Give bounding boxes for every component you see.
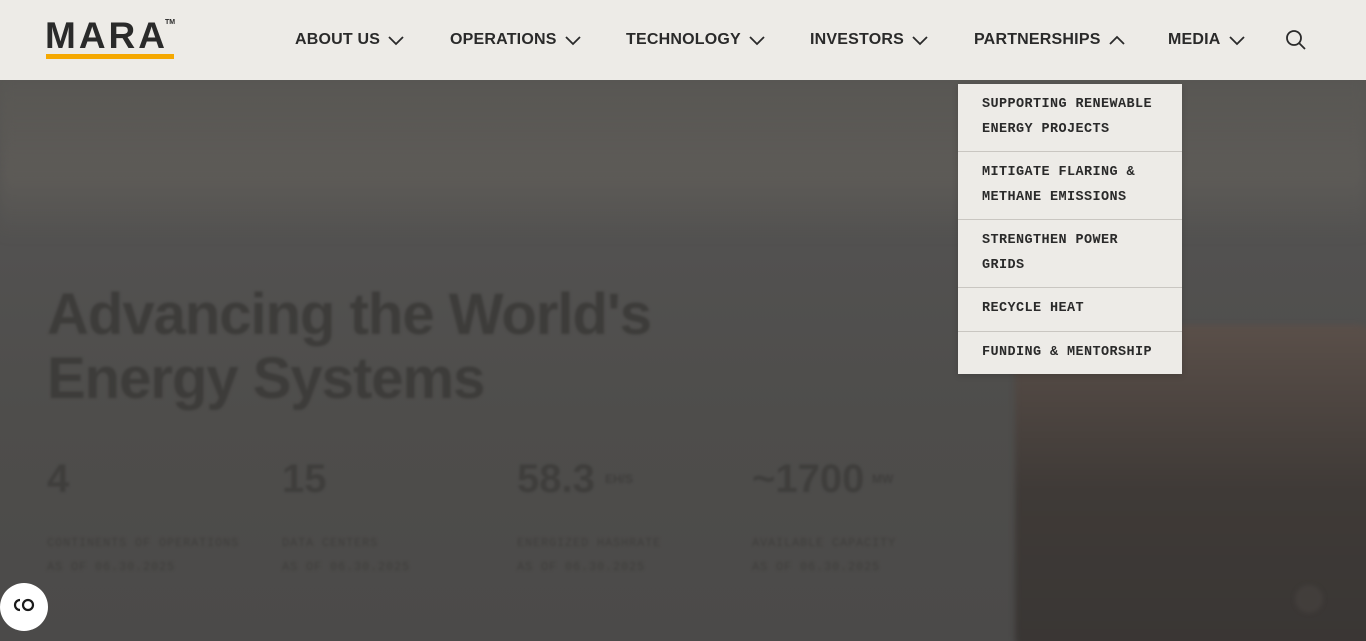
logo-wordmark: MARA <box>45 15 168 56</box>
stat-date: AS OF 06.30.2025 <box>47 560 176 574</box>
chevron-down-icon <box>748 34 766 46</box>
stat-data-centers: 15 DATA CENTERS AS OF 06.30.2025 <box>282 457 410 579</box>
stat-value: ~1700 MW <box>752 457 912 501</box>
stat-value: 58.3 EH/S <box>517 457 661 501</box>
nav-partnerships[interactable]: PARTNERSHIPS <box>974 30 1126 50</box>
partnerships-dropdown: SUPPORTING RENEWABLE ENERGY PROJECTS MIT… <box>958 84 1182 374</box>
stat-date: AS OF 06.30.2025 <box>282 560 411 574</box>
nav-partnerships-label: PARTNERSHIPS <box>974 31 1101 48</box>
dropdown-item-renewable-energy[interactable]: SUPPORTING RENEWABLE ENERGY PROJECTS <box>958 84 1182 152</box>
stat-hashrate: 58.3 EH/S ENERGIZED HASHRATE AS OF 06.30.… <box>517 457 661 579</box>
dropdown-item-power-grids[interactable]: STRENGTHEN POWER GRIDS <box>958 220 1182 288</box>
dropdown-item-mitigate-flaring[interactable]: MITIGATE FLARING & METHANE EMISSIONS <box>958 152 1182 220</box>
stat-date: AS OF 06.30.2025 <box>517 560 646 574</box>
nav-operations[interactable]: OPERATIONS <box>450 30 582 50</box>
dropdown-item-recycle-heat[interactable]: RECYCLE HEAT <box>958 288 1182 332</box>
stat-label: AVAILABLE CAPACITY <box>752 536 897 550</box>
nav-about-us[interactable]: ABOUT US <box>295 30 405 50</box>
stat-capacity: ~1700 MW AVAILABLE CAPACITY AS OF 06.30.2… <box>752 457 912 579</box>
stat-continents: 4 CONTINENTS OF OPERATIONS AS OF 06.30.2… <box>47 457 239 579</box>
logo-trademark: TM <box>165 19 176 26</box>
stat-date: AS OF 06.30.2025 <box>752 560 881 574</box>
chevron-down-icon <box>1228 34 1246 46</box>
nav-media-label: MEDIA <box>1168 31 1221 48</box>
chevron-down-icon <box>387 34 405 46</box>
mara-logo[interactable]: MARA TM <box>45 15 176 60</box>
stat-number: ~1700 <box>752 457 865 501</box>
site-header: MARA TM ABOUT US OPERATIONS TECHNOLOGY I… <box>0 0 1366 80</box>
stat-unit: EH/S <box>605 472 634 486</box>
chevron-down-icon <box>564 34 582 46</box>
stat-value: 15 <box>282 457 327 501</box>
nav-about-us-label: ABOUT US <box>295 31 381 48</box>
nav-technology-label: TECHNOLOGY <box>626 31 741 48</box>
stat-label: DATA CENTERS <box>282 536 379 550</box>
hero-play-icon[interactable] <box>1295 585 1323 613</box>
stat-label: ENERGIZED HASHRATE <box>517 536 662 550</box>
stat-value: 4 <box>47 457 70 501</box>
logo-underline <box>46 54 174 59</box>
nav-investors-label: INVESTORS <box>810 31 904 48</box>
accessibility-button[interactable] <box>0 583 48 631</box>
nav-technology[interactable]: TECHNOLOGY <box>626 30 766 50</box>
stat-unit: MW <box>872 472 894 486</box>
nav-investors[interactable]: INVESTORS <box>810 30 929 50</box>
accessibility-icon <box>11 597 37 618</box>
chevron-down-icon <box>911 34 929 46</box>
stat-label: CONTINENTS OF OPERATIONS <box>47 536 240 550</box>
nav-media[interactable]: MEDIA <box>1168 30 1246 50</box>
dropdown-item-funding-mentorship[interactable]: FUNDING & MENTORSHIP <box>958 332 1182 375</box>
chevron-up-icon <box>1108 34 1126 46</box>
hero-title: Advancing the World's Energy Systems <box>47 282 652 411</box>
stat-number: 58.3 <box>517 457 595 501</box>
nav-operations-label: OPERATIONS <box>450 31 557 48</box>
search-icon[interactable] <box>1285 29 1307 51</box>
